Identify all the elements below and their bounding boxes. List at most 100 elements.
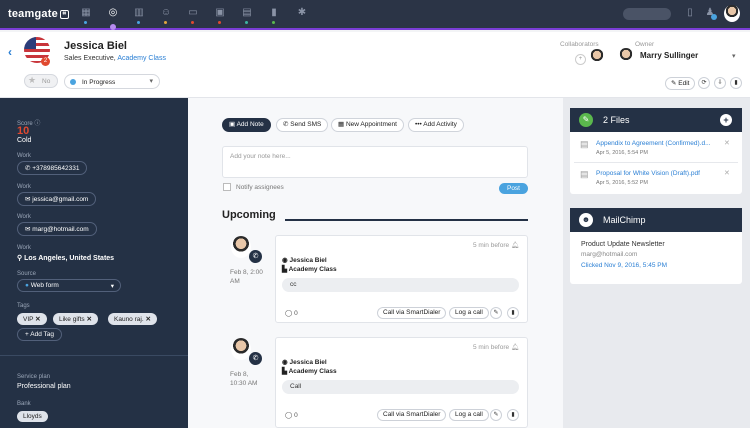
pin-icon[interactable]: ⇩ xyxy=(714,77,726,89)
owner-name[interactable]: Marry Sullinger xyxy=(640,51,698,60)
remove-file-icon[interactable]: ✕ xyxy=(724,139,730,147)
document-icon: ▤ xyxy=(580,139,589,149)
collaborators-label: Collaborators xyxy=(560,41,599,48)
attachment-icon: ✎ xyxy=(579,113,593,127)
bell-icon: 🔔︎ xyxy=(510,242,520,249)
tag-label: VIP xyxy=(23,316,34,323)
nav-indicator-dot xyxy=(245,21,248,24)
location-value: ⚲ Los Angeles, United States xyxy=(17,254,114,262)
add-file-button[interactable]: + xyxy=(720,114,732,126)
add-activity-tab[interactable]: ••• Add Activity xyxy=(408,118,464,132)
send-sms-tab[interactable]: ✆ Send SMS xyxy=(276,118,329,132)
sidebar-divider xyxy=(0,355,188,356)
phone-pill[interactable]: ✆ +378985642331 xyxy=(17,161,88,175)
sync-icon[interactable]: ⟳ xyxy=(698,77,710,89)
remove-tag-icon[interactable]: ✕ xyxy=(86,316,91,323)
log-call-button[interactable]: Log a call xyxy=(449,409,489,421)
companies-icon[interactable]: ▭ xyxy=(187,7,199,19)
search-input[interactable] xyxy=(623,8,671,20)
call-smartdialer-button[interactable]: Call via SmartDialer xyxy=(377,409,447,421)
comment-icon: ◯ xyxy=(285,412,295,419)
edit-icon[interactable]: ✎ xyxy=(490,409,502,421)
star-rating-toggle[interactable]: ★ No xyxy=(24,74,58,88)
source-value: Web form xyxy=(30,282,59,289)
activity-contact[interactable]: ◉ Jessica Biel xyxy=(282,358,327,366)
tags-label: Tags xyxy=(17,303,30,309)
email1-pill[interactable]: ✉ jessica@gmail.com xyxy=(17,192,97,206)
edit-label: Edit xyxy=(678,80,690,87)
people-icon[interactable]: ☺ xyxy=(160,7,172,19)
phone-value: +378985642331 xyxy=(32,165,80,172)
activity-company[interactable]: ▙ Academy Class xyxy=(282,265,337,273)
activity-contact[interactable]: ◉ Jessica Biel xyxy=(282,256,327,264)
page-icon[interactable]: ▯ xyxy=(684,7,696,19)
owner-chevron-down-icon[interactable]: ▾ xyxy=(732,52,736,60)
bank-label: Bank xyxy=(17,401,31,407)
reports-icon[interactable]: ▮ xyxy=(268,7,280,19)
email2-pill[interactable]: ✉ marg@hotmail.com xyxy=(17,222,97,236)
bell-icon: 🔔︎ xyxy=(510,344,520,351)
email2-label: Work xyxy=(17,214,31,220)
notification-badge xyxy=(711,14,717,20)
status-select[interactable]: In Progress ▾ xyxy=(64,74,160,89)
star-label: No xyxy=(42,78,51,85)
activity-contact-name: Jessica Biel xyxy=(289,257,327,264)
call-smartdialer-button[interactable]: Call via SmartDialer xyxy=(377,307,447,319)
trash-icon[interactable]: ▮ xyxy=(730,77,742,89)
tag-kauno-raj[interactable]: Kauno raj. ✕ xyxy=(108,313,157,325)
company-link[interactable]: Academy Class xyxy=(117,55,166,62)
activity-time: AM xyxy=(230,278,240,285)
post-button[interactable]: Post xyxy=(499,183,528,194)
email1-value: jessica@gmail.com xyxy=(32,196,89,203)
file-link[interactable]: Proposal for White Vision (Draft).pdf xyxy=(596,170,700,177)
brand-logo[interactable]: teamgate ⌗ xyxy=(8,8,69,20)
note-textarea[interactable]: Add your note here... xyxy=(222,146,528,178)
notify-checkbox[interactable] xyxy=(223,183,231,191)
note-icon: ▣ xyxy=(229,121,237,128)
remove-tag-icon[interactable]: ✕ xyxy=(35,316,40,323)
edit-icon[interactable]: ✎ xyxy=(490,307,502,319)
add-collaborator-icon[interactable]: + xyxy=(575,54,586,65)
trash-icon[interactable]: ▮ xyxy=(507,307,519,319)
settings-icon[interactable]: ✱ xyxy=(296,7,308,19)
tag-vip[interactable]: VIP ✕ xyxy=(17,313,47,325)
source-select[interactable]: ● Web form ▾ xyxy=(17,279,121,292)
add-activity-label: Add Activity xyxy=(423,121,457,128)
log-call-button[interactable]: Log a call xyxy=(449,307,489,319)
target-icon[interactable]: ◎ xyxy=(107,7,119,19)
comments-count[interactable]: ◯ 0 xyxy=(285,411,298,419)
add-tag-button[interactable]: + Add Tag xyxy=(17,328,62,341)
deals-icon[interactable]: ▥ xyxy=(133,7,145,19)
email1-label: Work xyxy=(17,184,31,190)
score-state: Cold xyxy=(17,137,32,144)
activity-company[interactable]: ▙ Academy Class xyxy=(282,367,337,375)
remove-tag-icon[interactable]: ✕ xyxy=(145,316,150,323)
collaborator-avatar[interactable] xyxy=(589,49,605,66)
bank-value: Lloyds xyxy=(17,411,48,422)
new-appointment-tab[interactable]: ▦ New Appointment xyxy=(331,118,404,132)
dashboard-icon[interactable]: ▦ xyxy=(80,7,92,19)
add-note-tab[interactable]: ▣ Add Note xyxy=(222,118,271,132)
contact-name: Jessica Biel xyxy=(64,40,127,52)
user-avatar[interactable] xyxy=(724,5,740,22)
file-link[interactable]: Appendix to Agreement (Confirmed).d... xyxy=(596,140,711,147)
tasks-icon[interactable]: ▤ xyxy=(241,7,253,19)
mailchimp-email: marg@hotmail.com xyxy=(581,251,638,258)
new-appointment-label: New Appointment xyxy=(345,121,397,128)
remove-file-icon[interactable]: ✕ xyxy=(724,169,730,177)
trash-icon[interactable]: ▮ xyxy=(507,409,519,421)
activity-company-name: Academy Class xyxy=(288,368,337,375)
file-date: Apr 5, 2016, 5:52 PM xyxy=(596,180,648,186)
comments-count[interactable]: ◯ 0 xyxy=(285,309,298,317)
tag-like-gifts[interactable]: Like gifts ✕ xyxy=(53,313,98,325)
service-plan-label: Service plan xyxy=(17,374,51,380)
activity-contact-name: Jessica Biel xyxy=(289,359,327,366)
nav-indicator-dot xyxy=(191,21,194,24)
building-icon: ▙ xyxy=(282,266,289,273)
back-chevron-icon[interactable]: ‹ xyxy=(8,45,12,59)
note-placeholder: Add your note here... xyxy=(230,153,291,160)
activity-note: Call xyxy=(282,380,519,394)
edit-button[interactable]: ✎ Edit xyxy=(665,77,696,90)
comments-number: 0 xyxy=(294,310,298,317)
calendar-icon[interactable]: ▣ xyxy=(214,7,226,19)
